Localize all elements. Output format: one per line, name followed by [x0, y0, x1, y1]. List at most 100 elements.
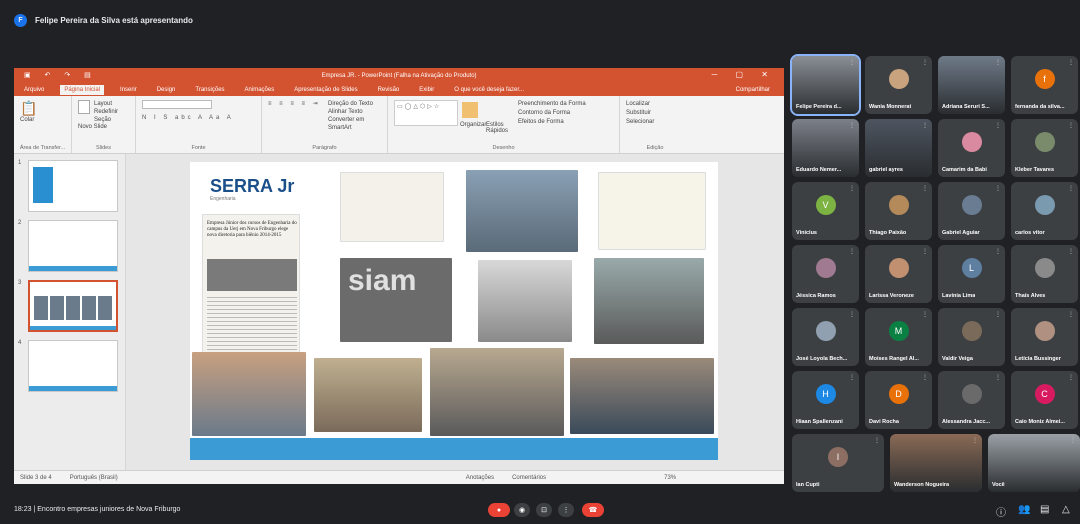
participant-tile[interactable]: ⋮ carlos vitor [1011, 182, 1078, 240]
participant-avatar [1034, 132, 1055, 153]
paste-icon[interactable]: 📋 [20, 100, 65, 117]
quick-styles-button[interactable]: Estilos Rápidos [486, 122, 510, 134]
info-icon[interactable]: ⓘ [996, 504, 1006, 519]
text-direction-button[interactable]: Direção do Texto [328, 100, 387, 108]
chat-icon[interactable]: ▤ [1040, 504, 1049, 515]
zoom-level[interactable]: 73% [664, 475, 676, 481]
participant-tile[interactable]: ⋮ Wania Monnerat [865, 56, 932, 114]
ribbon-tab[interactable]: Exibir [415, 85, 438, 95]
participant-tile[interactable]: ⋮ Eduardo Nemer... [792, 119, 859, 177]
layout-button[interactable]: Layout [94, 100, 118, 108]
participant-tile[interactable]: ⋮ Valdir Veiga [938, 308, 1005, 366]
participant-tile[interactable]: ⋮ Alessandra Jacc... [938, 371, 1005, 429]
participant-tile[interactable]: D ⋮ Davi Rocha [865, 371, 932, 429]
smartart-button[interactable]: Converter em SmartArt [328, 116, 387, 132]
participant-tile[interactable]: ⋮ Felipe Pereira d... [790, 54, 861, 116]
siam-sign: siam [348, 264, 417, 297]
participant-tile[interactable]: I ⋮ Ian Cupti [792, 434, 884, 492]
reset-button[interactable]: Redefinir [94, 108, 118, 116]
new-slide-label[interactable]: Novo Slide [78, 124, 129, 130]
participant-avatar [961, 195, 982, 216]
participant-name: Camarim da Babi [942, 167, 987, 173]
participant-tile[interactable]: ⋮ Kleber Tavares [1011, 119, 1078, 177]
font-name-box[interactable] [142, 100, 212, 109]
shape-effects-button[interactable]: Efeitos de Forma [518, 118, 586, 127]
slide-footer-bar [190, 438, 718, 460]
participant-name: Moises Rangel Al... [869, 356, 919, 362]
ribbon-tab[interactable]: Arquivo [20, 85, 48, 95]
status-bar: Slide 3 de 4 Português (Brasil) Anotaçõe… [14, 470, 784, 484]
participant-tile[interactable]: ⋮ Letícia Bussinger [1011, 308, 1078, 366]
group-clipboard: 📋 Colar Área de Transfer... [14, 96, 72, 153]
ribbon-tab[interactable]: Design [153, 85, 180, 95]
participant-tile[interactable]: f ⋮ fernanda da silva... [1011, 56, 1078, 114]
ribbon-tab[interactable]: Transições [191, 85, 228, 95]
present-icon[interactable]: ⊡ [536, 503, 552, 517]
participant-tile[interactable]: ⋮ Larissa Veroneze [865, 245, 932, 303]
ribbon-tab[interactable]: Animações [241, 85, 279, 95]
participant-tile[interactable]: ⋮ José Loyola Bech... [792, 308, 859, 366]
quick-access-icons[interactable]: ▣ ↶ ↷ ▤ [24, 71, 97, 79]
ribbon-tab[interactable]: O que você deseja fazer... [450, 85, 528, 95]
shape-fill-button[interactable]: Preenchimento da Forma [518, 100, 586, 109]
shape-outline-button[interactable]: Contorno da Forma [518, 109, 586, 118]
organize-button[interactable]: Organizar [460, 122, 486, 128]
participant-tile[interactable]: ⋮ gabriel ayres [865, 119, 932, 177]
paste-label[interactable]: Colar [20, 117, 65, 123]
participant-avatar: H [815, 384, 836, 405]
ribbon-tab[interactable]: Revisão [374, 85, 404, 95]
participant-tile[interactable]: ⋮ Jéssica Ramos [792, 245, 859, 303]
current-slide[interactable]: SERRA Jr Engenharia Empresa Júnior dos c… [190, 162, 718, 460]
ribbon-tab[interactable]: Página Inicial [60, 84, 105, 95]
camera-icon[interactable]: ◉ [514, 503, 530, 517]
participant-tile[interactable]: M ⋮ Moises Rangel Al... [865, 308, 932, 366]
new-slide-icon[interactable] [78, 100, 90, 114]
share-button[interactable]: Compartilhar [732, 85, 774, 95]
meeting-info: 18:23 | Encontro empresas juniores de No… [14, 506, 180, 513]
slide-thumb-1[interactable] [28, 160, 118, 212]
participant-tile[interactable]: H ⋮ Hiaan Spallenzani [792, 371, 859, 429]
people-icon[interactable]: 👥 [1018, 504, 1030, 515]
participant-tile[interactable]: ⋮ Wanderson Nogueira [890, 434, 982, 492]
participant-tile[interactable]: ⋮ Camarim da Babi [938, 119, 1005, 177]
participant-tile[interactable]: ⋮ Adriana Seruri S... [938, 56, 1005, 114]
ribbon-tab[interactable]: Inserir [116, 85, 141, 95]
comments-button[interactable]: Comentários [512, 475, 546, 481]
slide-thumb-2[interactable] [28, 220, 118, 272]
mic-muted-icon: ⋮ [922, 186, 928, 192]
participant-tile[interactable]: C ⋮ Caio Moniz Almei... [1011, 371, 1078, 429]
align-text-button[interactable]: Alinhar Texto [328, 108, 387, 116]
group-label: Slides [96, 145, 111, 151]
ribbon: 📋 Colar Área de Transfer... Layout Redefi… [14, 96, 784, 154]
participant-tile[interactable]: ⋮ Thaís Alves [1011, 245, 1078, 303]
window-controls[interactable]: ─ ▢ ✕ [712, 70, 776, 79]
group-label: Fonte [191, 145, 206, 151]
mic-muted-icon: ⋮ [922, 312, 928, 318]
activities-icon[interactable]: △ [1062, 504, 1070, 515]
notes-button[interactable]: Anotações [466, 475, 494, 481]
hangup-icon[interactable]: ☎ [582, 503, 604, 517]
participant-tile[interactable]: ⋮ Thiago Paixão [865, 182, 932, 240]
language-status[interactable]: Português (Brasil) [70, 475, 118, 481]
participant-avatar: C [1034, 384, 1055, 405]
replace-button[interactable]: Substituir [626, 109, 684, 118]
font-format-icons[interactable]: N I S abc A Aa A [142, 115, 255, 121]
select-button[interactable]: Selecionar [626, 118, 684, 127]
participant-tile[interactable]: L ⋮ Lavínia Lima [938, 245, 1005, 303]
participant-name: Davi Rocha [869, 419, 899, 425]
ribbon-tab[interactable]: Apresentação de Slides [290, 85, 361, 95]
organize-icon[interactable] [462, 102, 478, 118]
participant-tile[interactable]: ⋮ Gabriel Aguiar [938, 182, 1005, 240]
presenter-text: Felipe Pereira da Silva está apresentand… [35, 16, 193, 25]
find-button[interactable]: Localizar [626, 100, 684, 109]
participant-tile[interactable]: ⋮ Você [988, 434, 1080, 492]
mic-muted-icon: ⋮ [1068, 249, 1074, 255]
mic-icon[interactable]: ● [488, 503, 510, 517]
slide-thumb-4[interactable] [28, 340, 118, 392]
slide-thumb-3[interactable] [28, 280, 118, 332]
participant-avatar [888, 195, 909, 216]
more-icon[interactable]: ⋮ [558, 503, 574, 517]
section-button[interactable]: Seção [94, 116, 118, 124]
shapes-gallery[interactable]: ▭◯△⬡▷☆ [394, 100, 458, 126]
participant-tile[interactable]: V ⋮ Vinicius [792, 182, 859, 240]
